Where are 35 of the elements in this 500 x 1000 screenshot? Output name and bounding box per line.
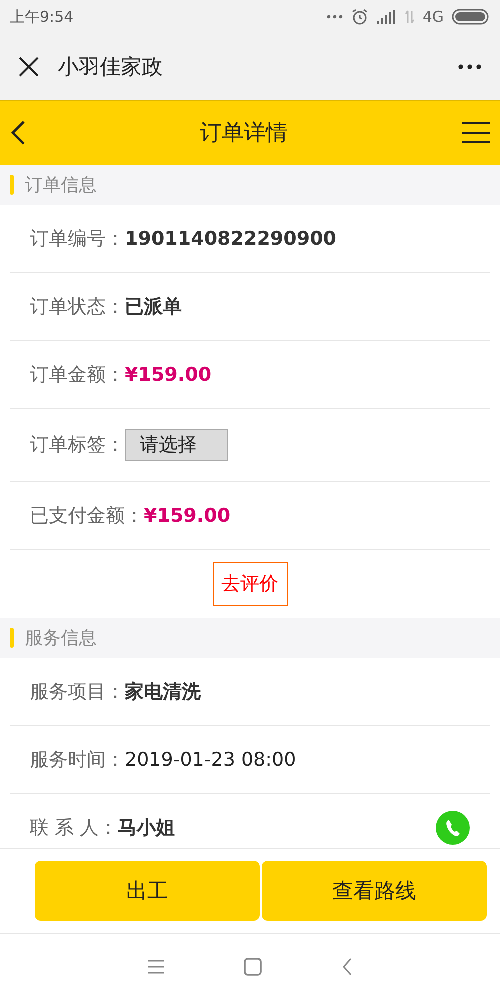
field-value: 马小姐 xyxy=(118,816,176,840)
status-time: 上午9:54 xyxy=(10,8,74,26)
home-icon[interactable] xyxy=(244,958,262,976)
price-value: ¥159.00 xyxy=(144,504,231,526)
page-title: 订单详情 xyxy=(200,120,288,148)
network-type: 4G xyxy=(422,8,444,26)
more-icon xyxy=(326,15,343,19)
field-label: 联 系 人： xyxy=(30,816,118,840)
field-label: 订单金额： xyxy=(30,362,125,388)
app-title: 小羽佳家政 xyxy=(58,54,164,81)
action-button[interactable]: 查看路线 xyxy=(262,861,487,921)
action-button[interactable]: 出工 xyxy=(35,861,260,921)
close-icon[interactable] xyxy=(18,56,40,78)
field-label: 已支付金额： xyxy=(30,504,144,528)
section-title: 服务信息 xyxy=(25,627,97,650)
field-value: 家电清洗 xyxy=(125,680,201,704)
field-label: 订单标签： xyxy=(30,433,125,458)
alarm-icon xyxy=(350,8,369,26)
more-icon[interactable] xyxy=(458,64,482,70)
battery-icon xyxy=(452,9,490,25)
back-icon[interactable] xyxy=(10,120,26,146)
menu-icon[interactable] xyxy=(462,122,490,144)
field-label: 服务项目： xyxy=(30,680,125,704)
field-value: 已派单 xyxy=(125,294,182,320)
field-label: 订单编号： xyxy=(30,226,125,252)
field-value: 1901140822290900 xyxy=(125,228,337,250)
tag-select[interactable]: 请选择 xyxy=(125,429,228,461)
field-value: 2019-01-23 08:00 xyxy=(125,748,296,770)
signal-icon xyxy=(376,10,397,24)
price-value: ¥159.00 xyxy=(125,364,212,386)
rate-button[interactable]: 去评价 xyxy=(212,562,288,606)
data-arrows-icon xyxy=(404,9,415,25)
field-label: 服务时间： xyxy=(30,748,125,772)
field-label: 订单状态： xyxy=(30,294,125,320)
section-title: 订单信息 xyxy=(25,174,97,197)
